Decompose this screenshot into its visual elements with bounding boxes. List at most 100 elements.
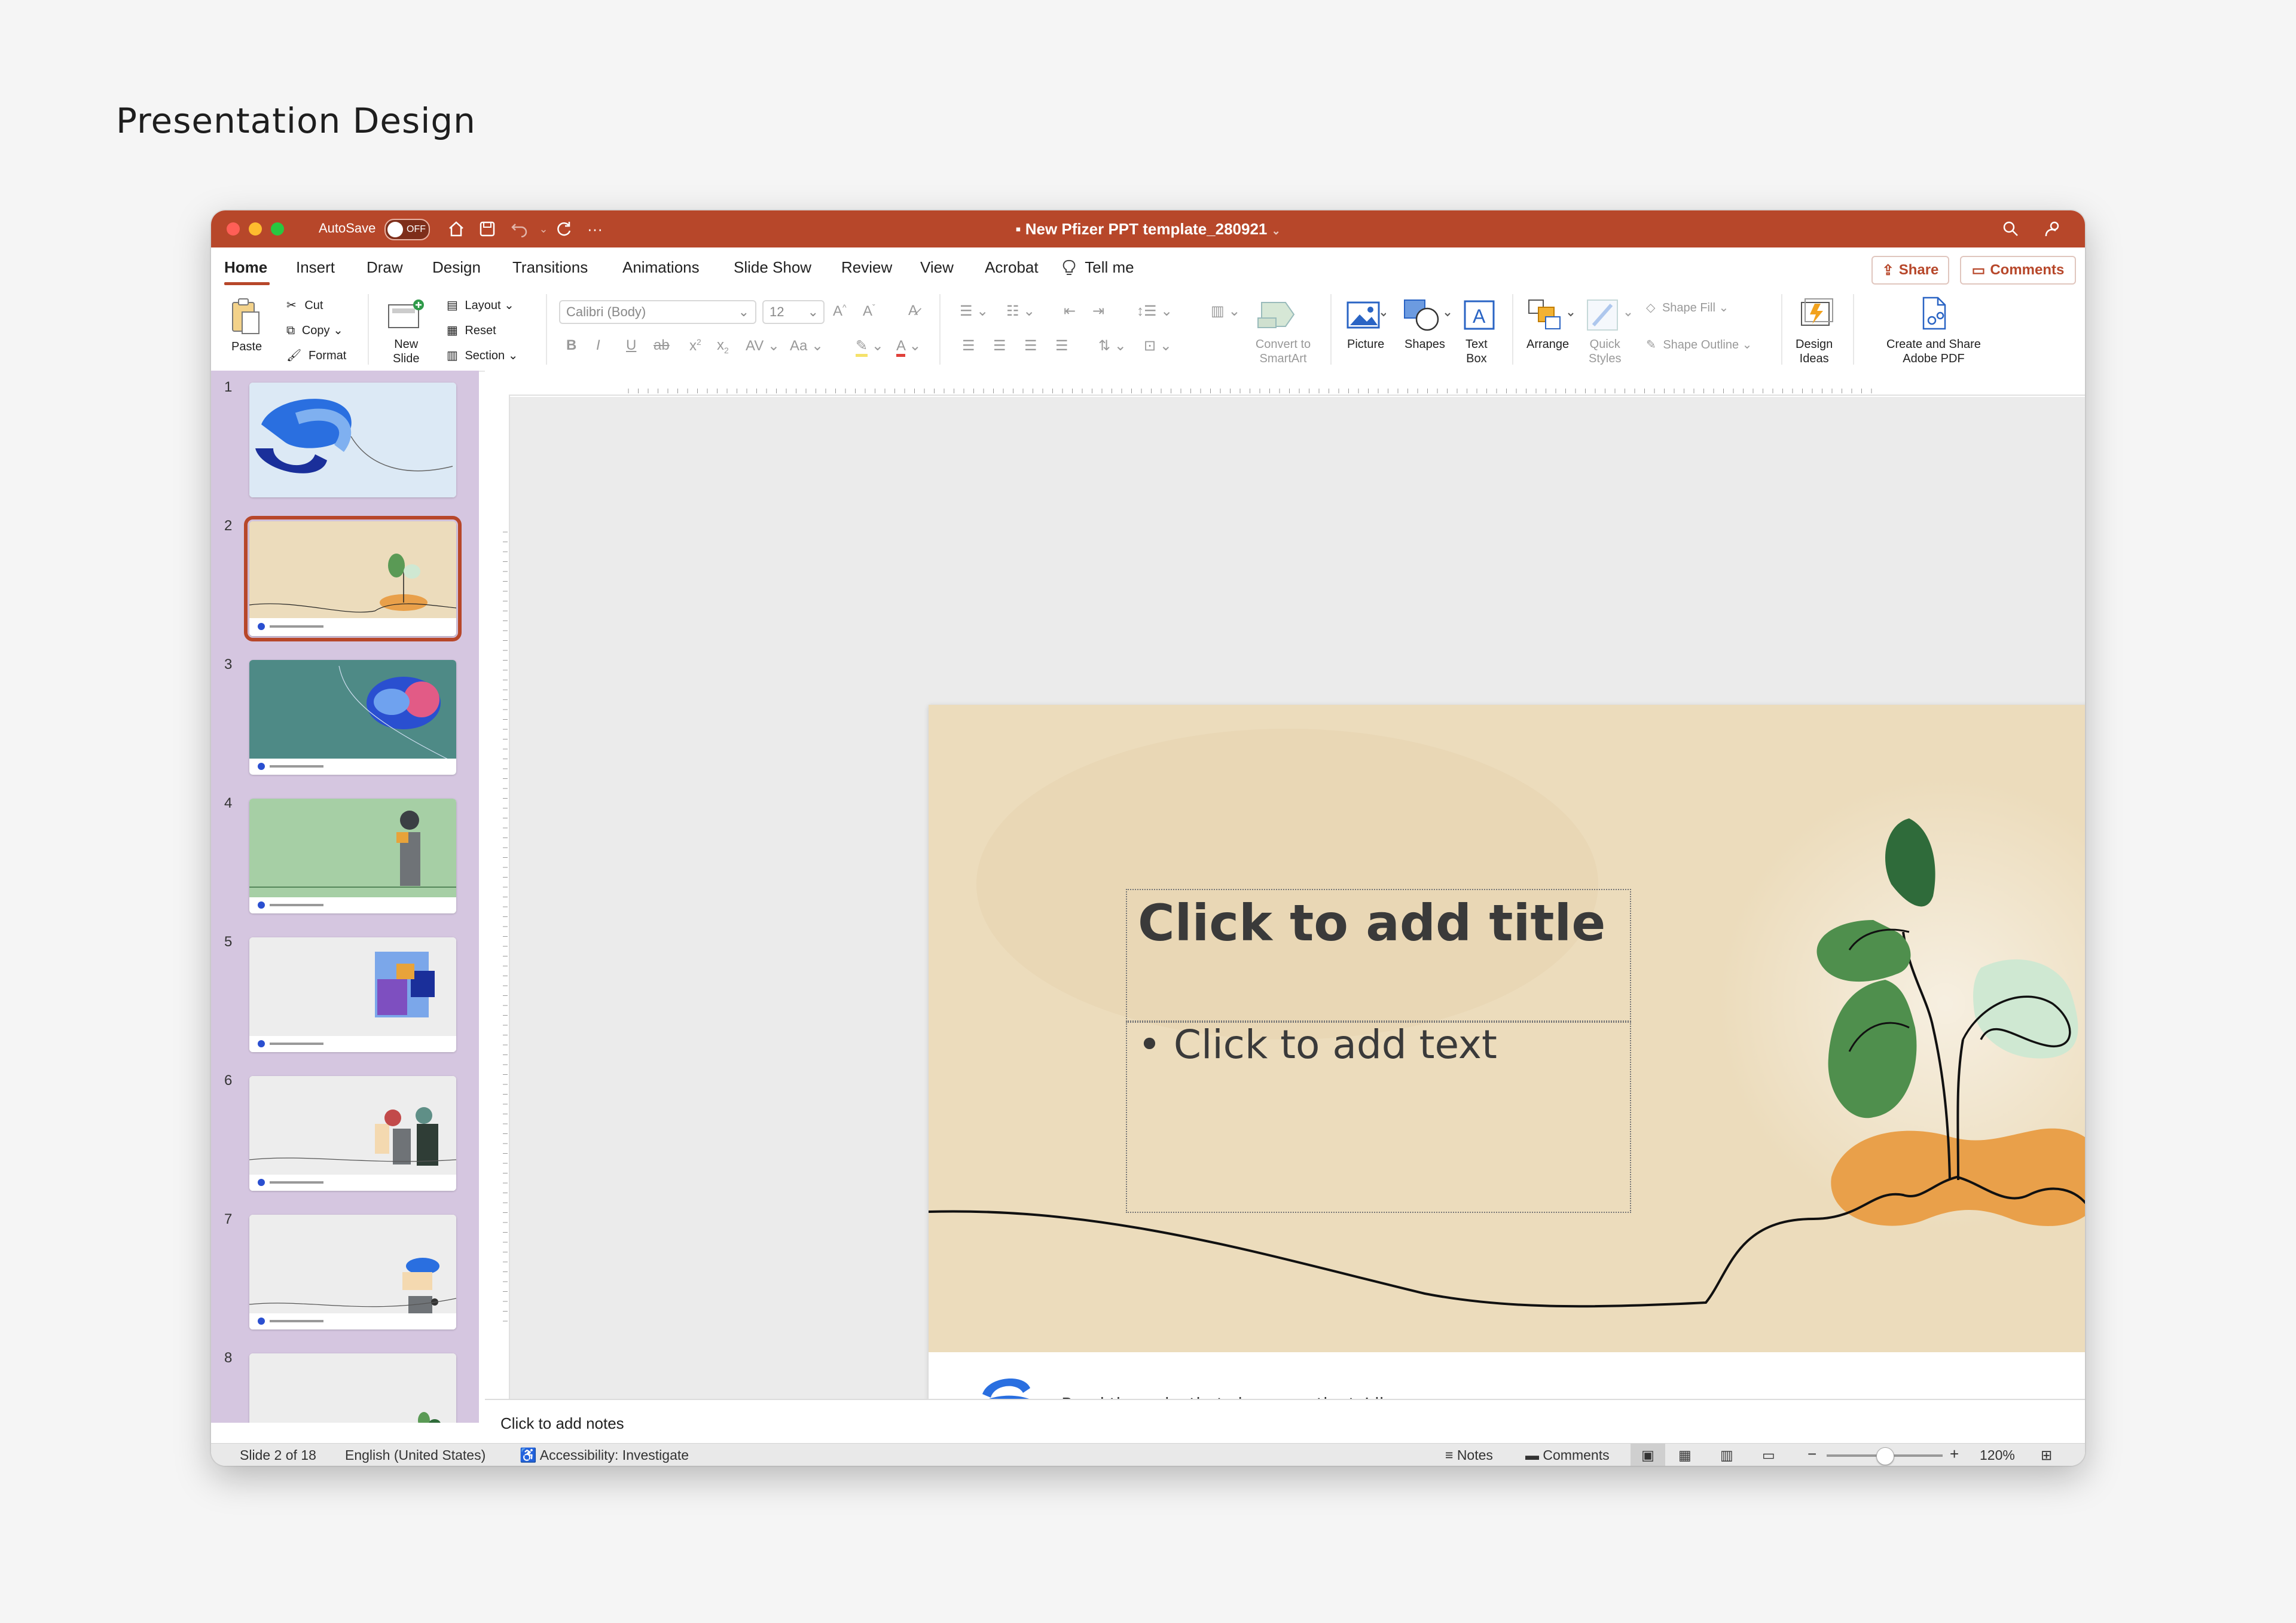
bold-icon[interactable]: B [566,337,576,354]
account-icon[interactable] [2041,218,2065,240]
accessibility-button[interactable]: ♿ Accessibility: Investigate [520,1447,689,1463]
title-placeholder[interactable]: Click to add title [1126,889,1631,1022]
slide-show-icon[interactable]: ▭ [1762,1447,1775,1463]
shape-outline-button[interactable]: ✎ Shape Outline ⌄ [1646,337,1752,352]
ribbon-divider [939,294,941,365]
underline-icon[interactable]: U [626,337,636,354]
slide-thumbnail-5[interactable] [249,937,456,1052]
tab-insert[interactable]: Insert [296,258,335,277]
font-size-select[interactable]: 12 ⌄ [762,300,825,324]
document-title-bar[interactable]: ▪ New Pfizer PPT template_280921 ⌄ [211,220,2085,239]
picture-icon[interactable] [1341,295,1389,334]
zoom-in-button[interactable]: + [1950,1445,1959,1463]
subscript-icon[interactable]: x2 [717,337,729,355]
tab-acrobat[interactable]: Acrobat [985,258,1039,277]
slide-sorter-icon[interactable]: ▦ [1678,1447,1692,1463]
zoom-level[interactable]: 120% [1980,1447,2015,1463]
new-slide-icon[interactable] [384,297,426,335]
slide-1-preview [249,383,456,497]
notes-toggle-button[interactable]: ≡ Notes [1445,1447,1493,1463]
tab-design[interactable]: Design [432,258,481,277]
notes-pane[interactable]: Click to add notes [485,1399,2085,1444]
justify-icon[interactable]: ☰ [1055,337,1068,354]
cut-button[interactable]: ✂ Cut [286,298,323,313]
columns-icon[interactable]: ▥ ⌄ [1211,302,1240,320]
italic-icon[interactable]: I [596,337,600,354]
paste-icon[interactable] [228,295,264,337]
slide-thumbnail-8[interactable] [249,1353,456,1423]
slide-thumbnail-3[interactable] [249,660,456,775]
content-placeholder-text: • Click to add text [1138,1022,1497,1068]
share-button[interactable]: ⇪ Share [1871,256,1949,285]
bullets-icon[interactable]: ☰ ⌄ [960,302,988,320]
character-spacing-icon[interactable]: AV ⌄ [746,337,780,354]
strikethrough-icon[interactable]: ab [654,337,670,354]
tab-transitions[interactable]: Transitions [512,258,588,277]
adobe-pdf-icon[interactable] [1916,294,1952,334]
design-ideas-icon[interactable] [1796,294,1837,334]
change-case-icon[interactable]: Aa ⌄ [790,337,823,354]
search-icon[interactable] [1999,218,2023,240]
layout-button[interactable]: ▤ Layout ⌄ [447,298,514,313]
quick-styles-icon[interactable] [1584,295,1635,334]
increase-indent-icon[interactable]: ⇥ [1092,302,1104,320]
smartart-icon[interactable] [1253,297,1306,332]
text-box-icon[interactable]: A [1458,295,1500,334]
slide-thumbnail-7[interactable] [249,1215,456,1329]
new-slide-line2: Slide [393,352,420,365]
shape-fill-button[interactable]: ◇ Shape Fill ⌄ [1646,300,1729,315]
ribbon-divider [1853,294,1854,365]
fit-to-window-icon[interactable]: ⊞ [2041,1447,2052,1463]
tell-me-search[interactable]: Tell me [1062,258,1134,277]
decrease-font-icon[interactable]: Aˇ [863,302,875,320]
highlight-icon[interactable]: ✎ ⌄ [856,337,884,357]
text-box-label: Text Box [1465,337,1488,366]
section-button[interactable]: ▥ Section ⌄ [447,348,518,363]
title-bar: AutoSave OFF ⌄ ··· ▪ New Pfizer PPT temp… [211,210,2085,247]
slide-editing-canvas[interactable]: Click to add title • Click to add text B… [510,397,2085,1460]
slide-thumbnail-1[interactable] [249,383,456,497]
font-color-icon[interactable]: A ⌄ [896,337,921,357]
thumbnail-number: 7 [224,1211,233,1227]
zoom-slider-track[interactable] [1827,1447,1943,1465]
convert-smartart-label: Convert to SmartArt [1250,337,1316,366]
zoom-slider-knob[interactable] [1876,1447,1894,1465]
increase-font-icon[interactable]: A^ [833,302,847,320]
tab-view[interactable]: View [920,258,954,277]
slide-thumbnail-pane[interactable]: 1 2 3 4 5 6 7 8 [211,371,479,1423]
language-indicator[interactable]: English (United States) [345,1447,486,1463]
tab-review[interactable]: Review [841,258,892,277]
comments-button[interactable]: ▭ Comments [1960,256,2076,285]
slide-thumbnail-2[interactable] [244,516,462,641]
content-placeholder[interactable]: • Click to add text [1126,1022,1631,1213]
slide-thumbnail-6[interactable] [249,1076,456,1191]
tab-home[interactable]: Home [224,258,267,277]
tab-draw[interactable]: Draw [367,258,403,277]
comments-toggle-button[interactable]: ▬ Comments [1525,1447,1610,1463]
font-name-select[interactable]: Calibri (Body) ⌄ [559,300,756,324]
reading-view-icon[interactable]: ▥ [1720,1447,1733,1463]
reset-button[interactable]: ▦ Reset [447,323,496,338]
slide-thumbnail-4[interactable] [249,799,456,913]
text-direction-icon[interactable]: ⇅ ⌄ [1098,337,1126,354]
copy-button[interactable]: ⧉ Copy ⌄ [286,323,343,338]
line-spacing-icon[interactable]: ↕☰ ⌄ [1137,302,1173,320]
decrease-indent-icon[interactable]: ⇤ [1064,302,1076,320]
tell-me-label: Tell me [1085,258,1134,276]
current-slide[interactable]: Click to add title • Click to add text B… [929,705,2085,1460]
active-tab-indicator [224,282,270,285]
tab-animations[interactable]: Animations [622,258,700,277]
zoom-out-button[interactable]: − [1808,1445,1816,1463]
align-right-icon[interactable]: ☰ [1024,337,1037,354]
format-painter-button[interactable]: 🖌 Format [286,348,346,363]
arrange-icon[interactable] [1525,295,1577,334]
align-center-icon[interactable]: ☰ [993,337,1006,354]
numbering-icon[interactable]: ☷ ⌄ [1006,302,1035,320]
clear-formatting-icon[interactable]: A̷ [908,302,918,319]
superscript-icon[interactable]: x2 [689,337,701,354]
align-left-icon[interactable]: ☰ [962,337,975,354]
tab-slide-show[interactable]: Slide Show [734,258,811,277]
normal-view-icon[interactable]: ▣ [1631,1444,1665,1466]
shapes-icon[interactable] [1401,295,1452,334]
align-text-icon[interactable]: ⊡ ⌄ [1144,337,1172,354]
